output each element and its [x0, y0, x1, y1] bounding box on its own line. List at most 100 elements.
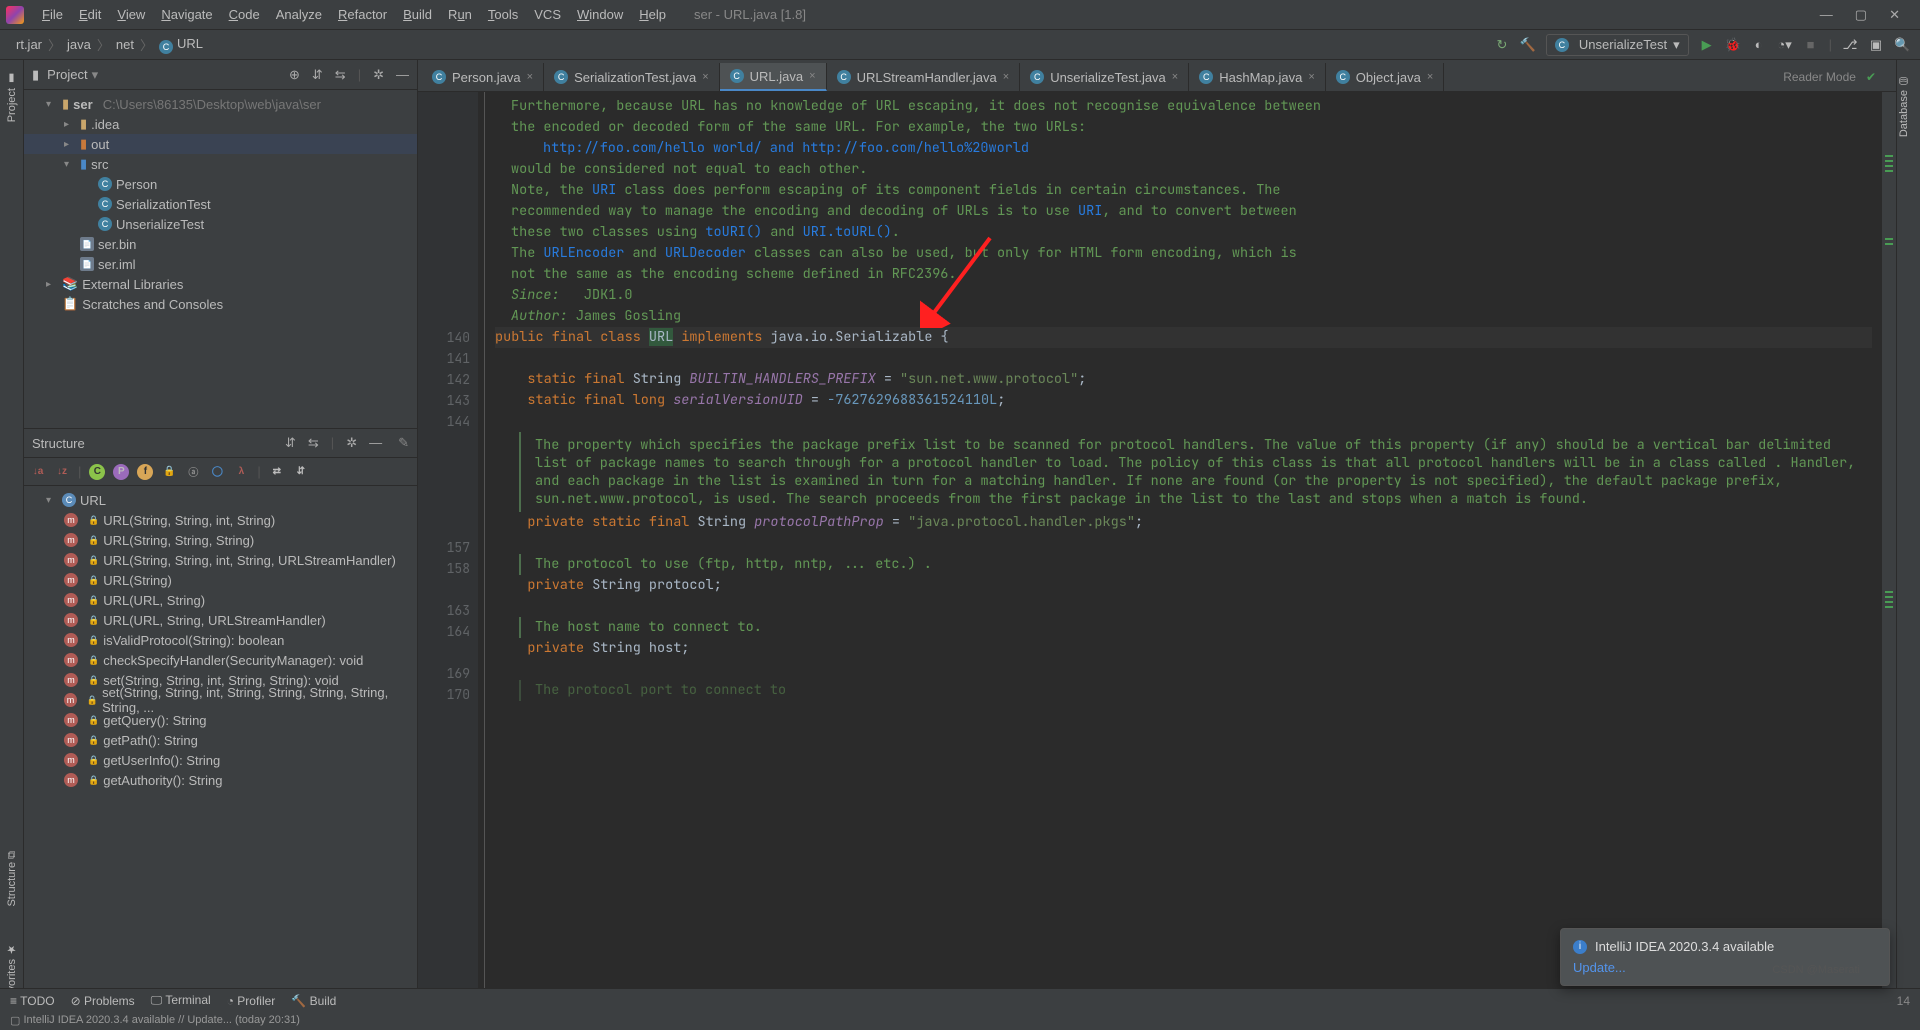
menu-vcs[interactable]: VCS [526, 7, 569, 22]
close-tab-icon[interactable]: × [1427, 71, 1433, 83]
split-icon[interactable]: ▣ [1868, 37, 1884, 53]
sort-icon[interactable]: ↓a [30, 464, 46, 480]
menu-file[interactable]: File [34, 7, 71, 22]
tab-hashmap[interactable]: CHashMap.java× [1189, 63, 1326, 91]
struct-m7[interactable]: m🔒 checkSpecifyHandler(SecurityManager):… [24, 650, 417, 670]
reader-mode-label[interactable]: Reader Mode ✔ [1783, 70, 1876, 84]
tab-url[interactable]: CURL.java× [720, 63, 827, 91]
editor-gutter[interactable]: 140141142143144 157158 163164 169170 [418, 92, 478, 990]
close-tab-icon[interactable]: × [702, 71, 708, 83]
tool-problems[interactable]: ⊘ Problems [71, 994, 135, 1008]
close-icon[interactable]: ✕ [1889, 7, 1900, 23]
expand-icon[interactable]: ⇵ [312, 67, 323, 83]
rail-database[interactable]: Database ⛁ [1897, 66, 1910, 145]
show-lambda-icon[interactable]: λ [233, 464, 249, 480]
crumb-java[interactable]: java [61, 37, 97, 52]
collapse-icon[interactable]: ⇆ [335, 67, 346, 83]
menu-run[interactable]: Run [440, 7, 480, 22]
tree-root[interactable]: ▾▮ serC:\Users\86135\Desktop\web\java\se… [24, 94, 417, 114]
tool-terminal[interactable]: 🖵 Terminal [151, 993, 211, 1008]
editor-code[interactable]: Furthermore, because URL has no knowledg… [484, 92, 1882, 990]
tree-seriml[interactable]: 📄 ser.iml [24, 254, 417, 274]
hide-icon[interactable]: — [396, 67, 409, 83]
debug-icon[interactable]: 🐞 [1725, 37, 1741, 53]
coverage-icon[interactable]: ◐ [1751, 37, 1767, 52]
tool-profiler[interactable]: ◔ Profiler [227, 994, 276, 1008]
tree-extlib[interactable]: ▸📚 External Libraries [24, 274, 417, 294]
struct-class[interactable]: ▾C URL [24, 490, 417, 510]
menu-tools[interactable]: Tools [480, 7, 526, 22]
git-icon[interactable]: ⎇ [1842, 37, 1858, 53]
stop-icon[interactable]: ■ [1803, 37, 1819, 52]
menu-code[interactable]: Code [221, 7, 268, 22]
struct-m0[interactable]: m🔒 URL(String, String, int, String) [24, 510, 417, 530]
reload-icon[interactable]: ↻ [1494, 37, 1510, 53]
tab-unserialize[interactable]: CUnserializeTest.java× [1020, 63, 1189, 91]
struct-m4[interactable]: m🔒 URL(URL, String) [24, 590, 417, 610]
menu-help[interactable]: Help [631, 7, 674, 22]
tree-scratches[interactable]: 📋 Scratches and Consoles [24, 294, 417, 314]
build-icon[interactable]: 🔨 [1520, 37, 1536, 53]
minimize-icon[interactable]: ― [1820, 7, 1833, 23]
struct-m2[interactable]: m🔒 URL(String, String, int, String, URLS… [24, 550, 417, 570]
tree-person[interactable]: C Person [24, 174, 417, 194]
menu-refactor[interactable]: Refactor [330, 7, 395, 22]
sort2-icon[interactable]: ↓z [54, 464, 70, 480]
project-panel-title[interactable]: Project ▾ [47, 67, 98, 83]
struct-m13[interactable]: m🔒 getAuthority(): String [24, 770, 417, 790]
maximize-icon[interactable]: ▢ [1855, 7, 1867, 23]
show-class-icon[interactable]: C [89, 464, 105, 480]
menu-window[interactable]: Window [569, 7, 631, 22]
error-stripe[interactable] [1882, 92, 1896, 990]
tab-person[interactable]: CPerson.java× [422, 63, 544, 91]
struct-m11[interactable]: m🔒 getPath(): String [24, 730, 417, 750]
tool-todo[interactable]: ≡ TODO [10, 994, 55, 1008]
expand-all-icon[interactable]: ⇵ [285, 435, 296, 451]
run-config-selector[interactable]: C UnserializeTest ▾ [1546, 34, 1689, 56]
settings-icon[interactable]: ✲ [373, 67, 384, 83]
tool-build[interactable]: 🔨 Build [291, 994, 336, 1008]
collapse-all-icon[interactable]: ⇆ [308, 435, 319, 451]
tree-serbin[interactable]: 📄 ser.bin [24, 234, 417, 254]
show-impl-icon[interactable]: ◯ [209, 464, 225, 480]
tree-src[interactable]: ▾▮ src [24, 154, 417, 174]
show-anon-icon[interactable]: ⓐ [185, 464, 201, 480]
menu-build[interactable]: Build [395, 7, 440, 22]
menu-navigate[interactable]: Navigate [153, 7, 220, 22]
tree-serialization[interactable]: C SerializationTest [24, 194, 417, 214]
tab-object[interactable]: CObject.java× [1326, 63, 1444, 91]
autoscroll2-icon[interactable]: ⇵ [293, 464, 309, 480]
edit-icon[interactable]: ✎ [398, 435, 409, 451]
close-tab-icon[interactable]: × [527, 71, 533, 83]
gear-icon[interactable]: ✲ [346, 435, 357, 451]
crumb-url[interactable]: CURL [153, 36, 209, 54]
struct-m12[interactable]: m🔒 getUserInfo(): String [24, 750, 417, 770]
show-prop-icon[interactable]: P [113, 464, 129, 480]
rail-structure[interactable]: Structure ⧉ [6, 843, 18, 915]
struct-m3[interactable]: m🔒 URL(String) [24, 570, 417, 590]
close-tab-icon[interactable]: × [809, 70, 815, 82]
status-icon[interactable]: ▢ [10, 1014, 20, 1027]
struct-m5[interactable]: m🔒 URL(URL, String, URLStreamHandler) [24, 610, 417, 630]
locate-icon[interactable]: ⊕ [289, 67, 300, 83]
run-icon[interactable]: ▶ [1699, 37, 1715, 53]
tab-urlstreamhandler[interactable]: CURLStreamHandler.java× [827, 63, 1021, 91]
autoscroll-icon[interactable]: ⇄ [269, 464, 285, 480]
close-tab-icon[interactable]: × [1003, 71, 1009, 83]
close-tab-icon[interactable]: × [1308, 71, 1314, 83]
menu-analyze[interactable]: Analyze [268, 7, 330, 22]
hide-struct-icon[interactable]: — [369, 435, 382, 451]
tab-serialization[interactable]: CSerializationTest.java× [544, 63, 720, 91]
menu-view[interactable]: View [109, 7, 153, 22]
profile-icon[interactable]: ◔▾ [1777, 37, 1793, 53]
status-text[interactable]: IntelliJ IDEA 2020.3.4 available // Upda… [23, 1014, 299, 1026]
rail-project[interactable]: Project ▮ [5, 64, 18, 130]
struct-m1[interactable]: m🔒 URL(String, String, String) [24, 530, 417, 550]
search-icon[interactable]: 🔍 [1894, 37, 1910, 53]
tree-unserialize[interactable]: C UnserializeTest [24, 214, 417, 234]
menu-edit[interactable]: Edit [71, 7, 109, 22]
crumb-net[interactable]: net [110, 37, 140, 52]
close-tab-icon[interactable]: × [1172, 71, 1178, 83]
tree-out[interactable]: ▸▮ out [24, 134, 417, 154]
tree-idea[interactable]: ▸▮ .idea [24, 114, 417, 134]
